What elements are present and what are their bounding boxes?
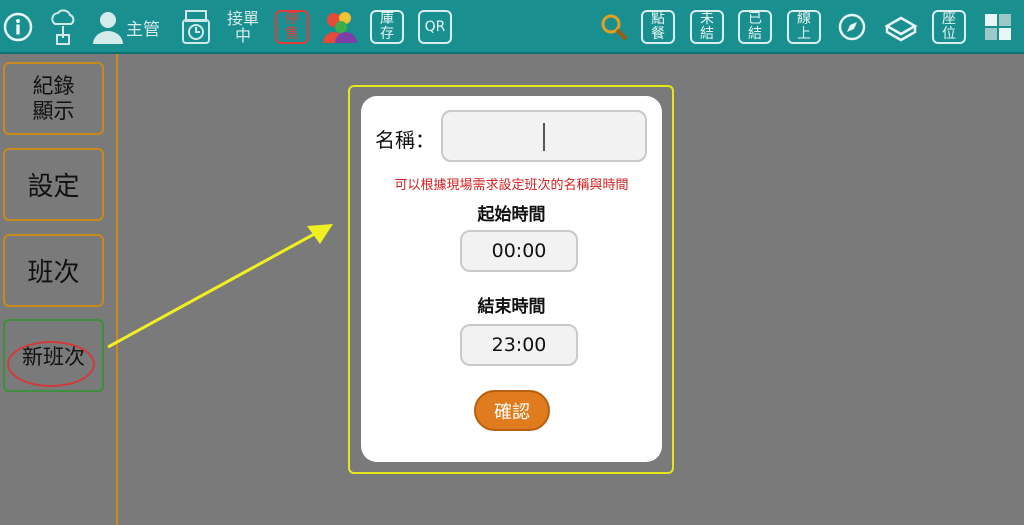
unsettled-line2: 結 bbox=[700, 26, 714, 42]
new-shift-dialog: 名稱： 可以根據現場需求設定班次的名稱與時間 起始時間 00:00 結束時間 2… bbox=[361, 96, 662, 462]
stock-button[interactable]: 庫 存 bbox=[370, 10, 404, 44]
seat-line1: 座 bbox=[942, 11, 956, 27]
cloud-sync-icon[interactable] bbox=[46, 8, 80, 46]
take-order-button[interactable]: 接單 中 bbox=[222, 8, 264, 46]
time-clock-icon[interactable] bbox=[178, 8, 214, 46]
compass-icon[interactable] bbox=[836, 8, 868, 46]
sidebar-item-settings[interactable]: 設定 bbox=[3, 148, 104, 221]
unsettled-line1: 未 bbox=[700, 11, 714, 27]
settled-button[interactable]: 已 結 bbox=[738, 10, 772, 44]
user-icon bbox=[93, 12, 123, 44]
start-time-label: 起始時間 bbox=[477, 205, 546, 225]
sidebar-item-shift[interactable]: 班次 bbox=[3, 234, 104, 307]
stop-sale-line2: 售 bbox=[285, 26, 299, 42]
records-label-line1: 紀錄 bbox=[32, 73, 75, 98]
sidebar-item-records[interactable]: 紀錄 顯示 bbox=[3, 62, 104, 135]
info-icon[interactable] bbox=[2, 8, 34, 46]
member-icon[interactable] bbox=[320, 8, 360, 46]
name-label: 名稱： bbox=[375, 128, 435, 152]
sidebar-item-shift-label: 班次 bbox=[27, 258, 80, 288]
highlight-circle bbox=[7, 341, 95, 387]
seat-button[interactable]: 座 位 bbox=[932, 10, 966, 44]
settled-line2: 結 bbox=[748, 26, 762, 42]
sidebar-item-records-label: 紀錄 顯示 bbox=[33, 74, 75, 124]
online-line1: 線 bbox=[797, 11, 811, 27]
online-button[interactable]: 線 上 bbox=[787, 10, 821, 44]
order-line2: 餐 bbox=[651, 26, 665, 42]
records-label-line2: 顯示 bbox=[32, 98, 75, 123]
stock-line2: 存 bbox=[380, 26, 394, 42]
end-time-label: 結束時間 bbox=[477, 297, 546, 317]
supervisor-button[interactable]: 主管 bbox=[90, 8, 170, 46]
start-time-field[interactable]: 00:00 bbox=[460, 230, 578, 272]
search-icon[interactable] bbox=[598, 8, 630, 46]
layout-grid-icon[interactable] bbox=[982, 8, 1014, 46]
sidebar-item-settings-label: 設定 bbox=[27, 172, 80, 202]
stop-sale-button[interactable]: 停 售 bbox=[275, 10, 309, 44]
seat-line2: 位 bbox=[942, 26, 956, 42]
stock-line1: 庫 bbox=[380, 11, 394, 27]
settled-line1: 已 bbox=[748, 11, 762, 27]
take-order-line1: 接單 bbox=[226, 9, 259, 28]
qr-button[interactable]: QR bbox=[418, 10, 452, 44]
top-toolbar: 主管 接單 中 停 售 庫 存 QR 點 餐 未 結 已 結 線 上 座 位 bbox=[0, 0, 1024, 54]
left-sidebar: 紀錄 顯示 設定 班次 新班次 bbox=[0, 54, 118, 525]
order-line1: 點 bbox=[651, 11, 665, 27]
online-line2: 上 bbox=[797, 26, 811, 42]
unsettled-button[interactable]: 未 結 bbox=[690, 10, 724, 44]
take-order-line2: 中 bbox=[234, 26, 251, 45]
hint-text: 可以根據現場需求設定班次的名稱與時間 bbox=[394, 178, 629, 193]
stop-sale-line1: 停 bbox=[285, 11, 299, 27]
qr-label: QR bbox=[424, 18, 446, 35]
cash-register-icon[interactable] bbox=[882, 8, 920, 46]
end-time-field[interactable]: 23:00 bbox=[460, 324, 578, 366]
confirm-button[interactable]: 確認 bbox=[474, 390, 550, 431]
order-button[interactable]: 點 餐 bbox=[641, 10, 675, 44]
supervisor-label: 主管 bbox=[126, 19, 160, 40]
text-cursor bbox=[543, 123, 545, 151]
